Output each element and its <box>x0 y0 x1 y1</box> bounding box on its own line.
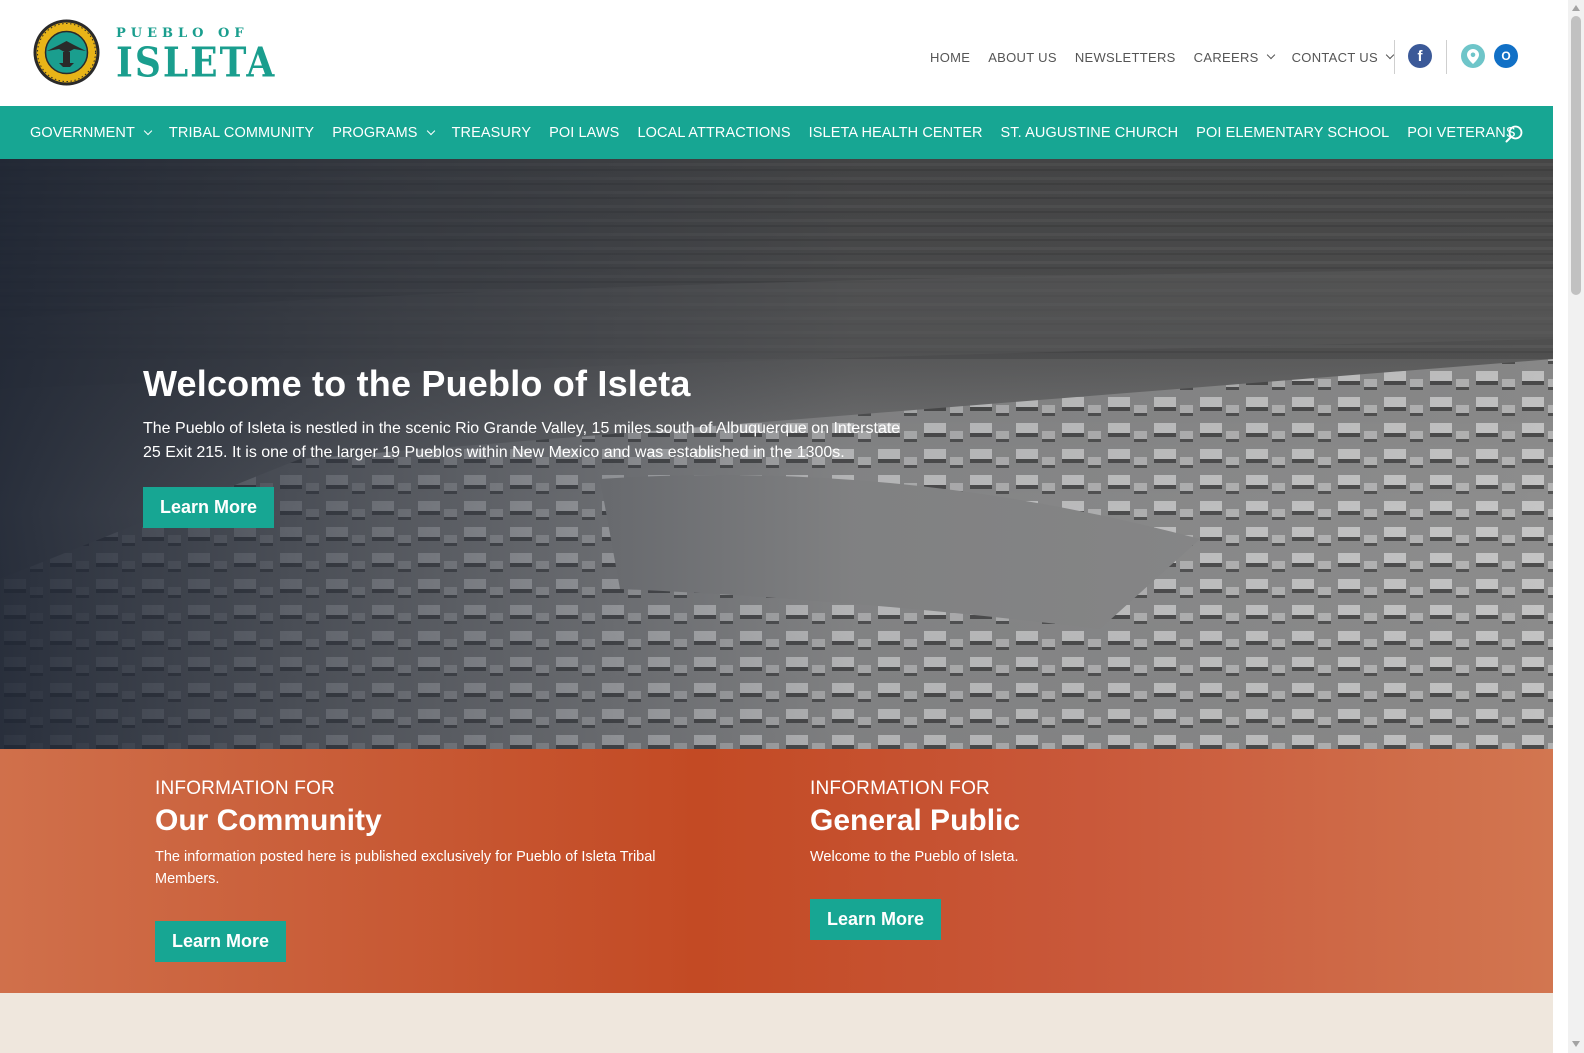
info-community: INFORMATION FOR Our Community The inform… <box>155 778 715 962</box>
community-learn-more-button[interactable]: Learn More <box>155 921 287 962</box>
outlook-mail-icon[interactable]: O <box>1494 44 1518 68</box>
main-nav-local-attractions[interactable]: LOCAL ATTRACTIONS <box>637 125 790 141</box>
top-nav-newsletters-label: NEWSLETTERS <box>1074 49 1176 65</box>
pueblo-seal-icon <box>33 19 100 86</box>
main-nav-label: ST. AUGUSTINE CHURCH <box>1000 124 1179 141</box>
hero-learn-more-button[interactable]: Learn More <box>143 487 275 528</box>
logo-wordmark: PUEBLO OF ISLETA <box>116 27 276 83</box>
info-public-label: INFORMATION FOR <box>810 778 990 799</box>
info-community-title: Our Community <box>155 804 382 837</box>
main-nav-poi-elementary-school[interactable]: POI ELEMENTARY SCHOOL <box>1196 125 1389 141</box>
main-nav-isleta-health-center[interactable]: ISLETA HEALTH CENTER <box>809 125 983 141</box>
search-icon[interactable] <box>1505 125 1523 143</box>
main-nav-poi-laws[interactable]: POI LAWS <box>549 125 619 141</box>
main-nav-label: POI VETERANS <box>1407 124 1516 141</box>
main-nav-tribal-community[interactable]: TRIBAL COMMUNITY <box>169 125 314 141</box>
info-community-text: The information posted here is published… <box>155 849 656 887</box>
bottom-section <box>0 993 1553 1053</box>
main-nav-label: TRIBAL COMMUNITY <box>168 124 315 141</box>
chevron-down-icon <box>1266 50 1275 60</box>
top-nav-home-label: HOME <box>930 49 971 65</box>
main-nav-label: PROGRAMS <box>332 124 418 141</box>
outlook-glyph: O <box>1501 49 1511 63</box>
top-nav-careers[interactable]: CAREERS <box>1193 49 1275 65</box>
main-nav-label: POI ELEMENTARY SCHOOL <box>1196 124 1390 141</box>
hero-content: Welcome to the Pueblo of Isleta The Pueb… <box>143 363 923 528</box>
scroll-up-arrow-icon[interactable] <box>1572 5 1580 11</box>
hero-banner: Welcome to the Pueblo of Isleta The Pueb… <box>0 159 1553 749</box>
main-nav-label: GOVERNMENT <box>30 124 135 141</box>
top-nav-about-label: ABOUT US <box>988 49 1057 65</box>
chevron-down-icon <box>143 126 153 135</box>
top-nav-home[interactable]: HOME <box>930 50 970 65</box>
public-learn-more-button[interactable]: Learn More <box>810 899 942 940</box>
main-nav-label: TREASURY <box>451 124 532 141</box>
main-nav-label: ISLETA HEALTH CENTER <box>808 124 983 141</box>
info-band: INFORMATION FOR Our Community The inform… <box>0 749 1553 993</box>
info-public-text: Welcome to the Pueblo of Isleta. <box>810 849 1019 865</box>
scroll-thumb[interactable] <box>1571 16 1581 295</box>
info-general-public: INFORMATION FOR General Public Welcome t… <box>810 778 1370 940</box>
main-nav-poi-veterans[interactable]: POI VETERANS <box>1407 125 1515 141</box>
top-nav-contact-us[interactable]: CONTACT US <box>1291 49 1395 65</box>
logo-line-2: ISLETA <box>116 38 277 87</box>
top-header: PUEBLO OF ISLETA HOME ABOUT US NEWSLETTE… <box>0 0 1568 106</box>
hero-description: The Pueblo of Isleta is nestled in the s… <box>143 420 901 461</box>
main-nav: GOVERNMENT TRIBAL COMMUNITY PROGRAMS TRE… <box>0 106 1553 159</box>
page-scrollbar[interactable] <box>1568 0 1584 1053</box>
info-community-label: INFORMATION FOR <box>155 778 335 799</box>
top-nav-contact-label: CONTACT US <box>1291 49 1378 65</box>
top-nav-careers-label: CAREERS <box>1193 49 1259 65</box>
top-nav-newsletters[interactable]: NEWSLETTERS <box>1075 50 1176 65</box>
map-pin-glyph <box>1467 48 1479 64</box>
map-pin-icon[interactable] <box>1461 44 1485 68</box>
chevron-down-icon <box>426 126 435 135</box>
header-divider <box>1394 40 1395 74</box>
facebook-glyph: f <box>1417 47 1423 65</box>
main-nav-st-augustine-church[interactable]: ST. AUGUSTINE CHURCH <box>1001 125 1179 141</box>
main-nav-government[interactable]: GOVERNMENT <box>30 124 153 141</box>
main-nav-label: POI LAWS <box>549 124 620 141</box>
facebook-icon[interactable]: f <box>1408 44 1432 68</box>
info-public-title: General Public <box>810 804 1021 837</box>
main-nav-treasury[interactable]: TREASURY <box>452 125 532 141</box>
hero-title: Welcome to the Pueblo of Isleta <box>143 363 691 404</box>
header-divider <box>1446 40 1447 74</box>
top-nav: HOME ABOUT US NEWSLETTERS CAREERS CONTAC… <box>930 48 1411 66</box>
chevron-down-icon <box>1385 50 1395 60</box>
top-nav-about-us[interactable]: ABOUT US <box>988 50 1057 65</box>
site-logo[interactable]: PUEBLO OF ISLETA <box>33 19 276 86</box>
main-nav-label: LOCAL ATTRACTIONS <box>637 124 791 141</box>
main-nav-programs[interactable]: PROGRAMS <box>332 124 435 141</box>
scroll-down-arrow-icon[interactable] <box>1572 1041 1580 1047</box>
